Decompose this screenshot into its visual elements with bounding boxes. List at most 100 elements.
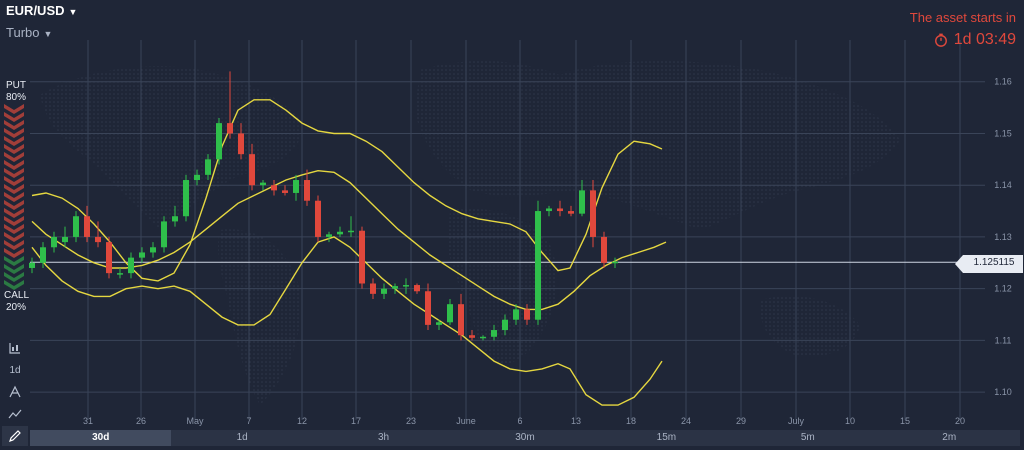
sentiment-chevron <box>4 104 24 114</box>
date-tick-label: 31 <box>83 416 93 426</box>
price-tick-label: 1.14 <box>994 180 1012 190</box>
indicators-button[interactable] <box>2 382 28 402</box>
candle-body <box>480 336 486 339</box>
date-tick-label: 15 <box>900 416 910 426</box>
candle-body <box>392 286 398 289</box>
date-tick-label: 6 <box>517 416 522 426</box>
candle-body <box>84 216 90 237</box>
date-tick-label: 7 <box>246 416 251 426</box>
put-sentiment: PUT 80% <box>4 80 28 104</box>
date-tick-label: 23 <box>406 416 416 426</box>
chart-type-button[interactable] <box>2 338 28 358</box>
candle-body <box>194 174 200 181</box>
candle-body <box>205 159 211 175</box>
current-price-value: 1.125115 <box>973 257 1015 268</box>
call-label: CALL <box>4 290 30 301</box>
candle-body <box>568 211 574 214</box>
timeframe-label: 1d <box>9 364 21 376</box>
candle-body <box>62 236 68 243</box>
date-tick-label: 26 <box>136 416 146 426</box>
date-tick-label: 13 <box>571 416 581 426</box>
candle-body <box>238 133 244 155</box>
candle-body <box>51 236 57 248</box>
candle-body <box>535 211 541 320</box>
mode-selector[interactable]: Turbo ▼ <box>6 25 52 40</box>
price-tick-label: 1.10 <box>994 387 1012 397</box>
candle-body <box>161 221 167 248</box>
candle-body <box>524 309 530 320</box>
chevron-down-icon: ▼ <box>43 28 53 39</box>
candle-body <box>612 261 618 264</box>
world-map-background <box>40 60 900 405</box>
price-tick-label: 1.11 <box>995 335 1012 345</box>
mode-name: Turbo <box>6 25 40 40</box>
candle-body <box>150 247 156 253</box>
put-percent: 80% <box>5 92 26 103</box>
candle-body <box>348 230 354 233</box>
candle-body <box>95 236 101 243</box>
timeframe-tab-30m[interactable]: 30m <box>454 430 595 446</box>
candle-body <box>216 123 222 160</box>
candle-body <box>260 182 266 186</box>
candle-body <box>546 208 552 212</box>
trend-lines-button[interactable] <box>2 404 28 424</box>
indicators-icon <box>9 385 21 398</box>
asset-selector[interactable]: EUR/USD ▼ <box>6 3 77 18</box>
candle-body <box>469 335 475 338</box>
date-tick-label: 24 <box>681 416 691 426</box>
date-tick-label: July <box>788 416 805 426</box>
sentiment-bar <box>4 104 24 290</box>
chart-type-icon <box>9 343 20 354</box>
candle-body <box>513 309 519 320</box>
chart-area[interactable]: 1.16 1.15 1.14 1.13 1.12 1.11 1.10 31 26 May 7 12 1… <box>0 0 1024 450</box>
candle-body <box>579 190 585 214</box>
candle-body <box>601 236 607 263</box>
price-tick-label: 1.16 <box>994 77 1012 87</box>
countdown-value: 1d 03:49 <box>953 31 1016 48</box>
timeframe-button[interactable]: 1d <box>2 360 28 380</box>
date-tick-label: 18 <box>626 416 636 426</box>
price-tick-label: 1.15 <box>994 128 1012 138</box>
candle-body <box>249 154 255 186</box>
timeframe-tab-1d[interactable]: 1d <box>171 430 312 446</box>
price-tick-label: 1.12 <box>994 284 1012 294</box>
candle-body <box>447 304 453 323</box>
timeframe-tab-3h[interactable]: 3h <box>313 430 454 446</box>
call-sentiment: CALL 20% <box>4 290 30 314</box>
timeframe-tab-15m[interactable]: 15m <box>596 430 737 446</box>
draw-button[interactable] <box>2 426 28 446</box>
stopwatch-icon <box>934 33 947 47</box>
trend-lines-icon <box>8 409 22 419</box>
candle-body <box>128 257 134 274</box>
timeframe-tab-2m[interactable]: 2m <box>879 430 1020 446</box>
candle-body <box>73 216 79 237</box>
timeframe-tab-30d[interactable]: 30d <box>30 430 172 446</box>
candle-body <box>381 288 387 294</box>
candle-body <box>117 273 123 275</box>
candle-body <box>557 208 563 212</box>
candle-body <box>282 190 288 193</box>
candle-body <box>304 180 310 201</box>
date-tick-label: 20 <box>955 416 965 426</box>
candle-body <box>502 319 508 331</box>
chevron-down-icon: ▼ <box>68 6 78 17</box>
price-axis: 1.16 1.15 1.14 1.13 1.12 1.11 1.10 <box>994 77 1012 397</box>
candle-body <box>458 304 464 336</box>
time-axis: 31 26 May 7 12 17 23 June 6 13 18 24 29 July 10 15 20 <box>83 416 965 426</box>
candle-body <box>40 247 46 263</box>
candle-body <box>139 252 145 258</box>
candle-body <box>414 285 420 292</box>
candle-body <box>403 285 409 287</box>
asset-start-label: The asset starts in <box>909 10 1016 25</box>
candle-body <box>293 180 299 193</box>
date-tick-label: 12 <box>297 416 307 426</box>
candle-body <box>271 185 277 191</box>
price-tick-label: 1.13 <box>994 232 1012 242</box>
timeframe-bar: 30d 1d 3h 30m 15m 5m 2m <box>30 430 1020 446</box>
candle-body <box>326 234 332 237</box>
asset-name: EUR/USD <box>6 3 65 18</box>
date-tick-label: May <box>186 416 204 426</box>
timeframe-tab-5m[interactable]: 5m <box>737 430 878 446</box>
draw-pencil-icon <box>9 430 21 442</box>
candle-body <box>227 123 233 134</box>
